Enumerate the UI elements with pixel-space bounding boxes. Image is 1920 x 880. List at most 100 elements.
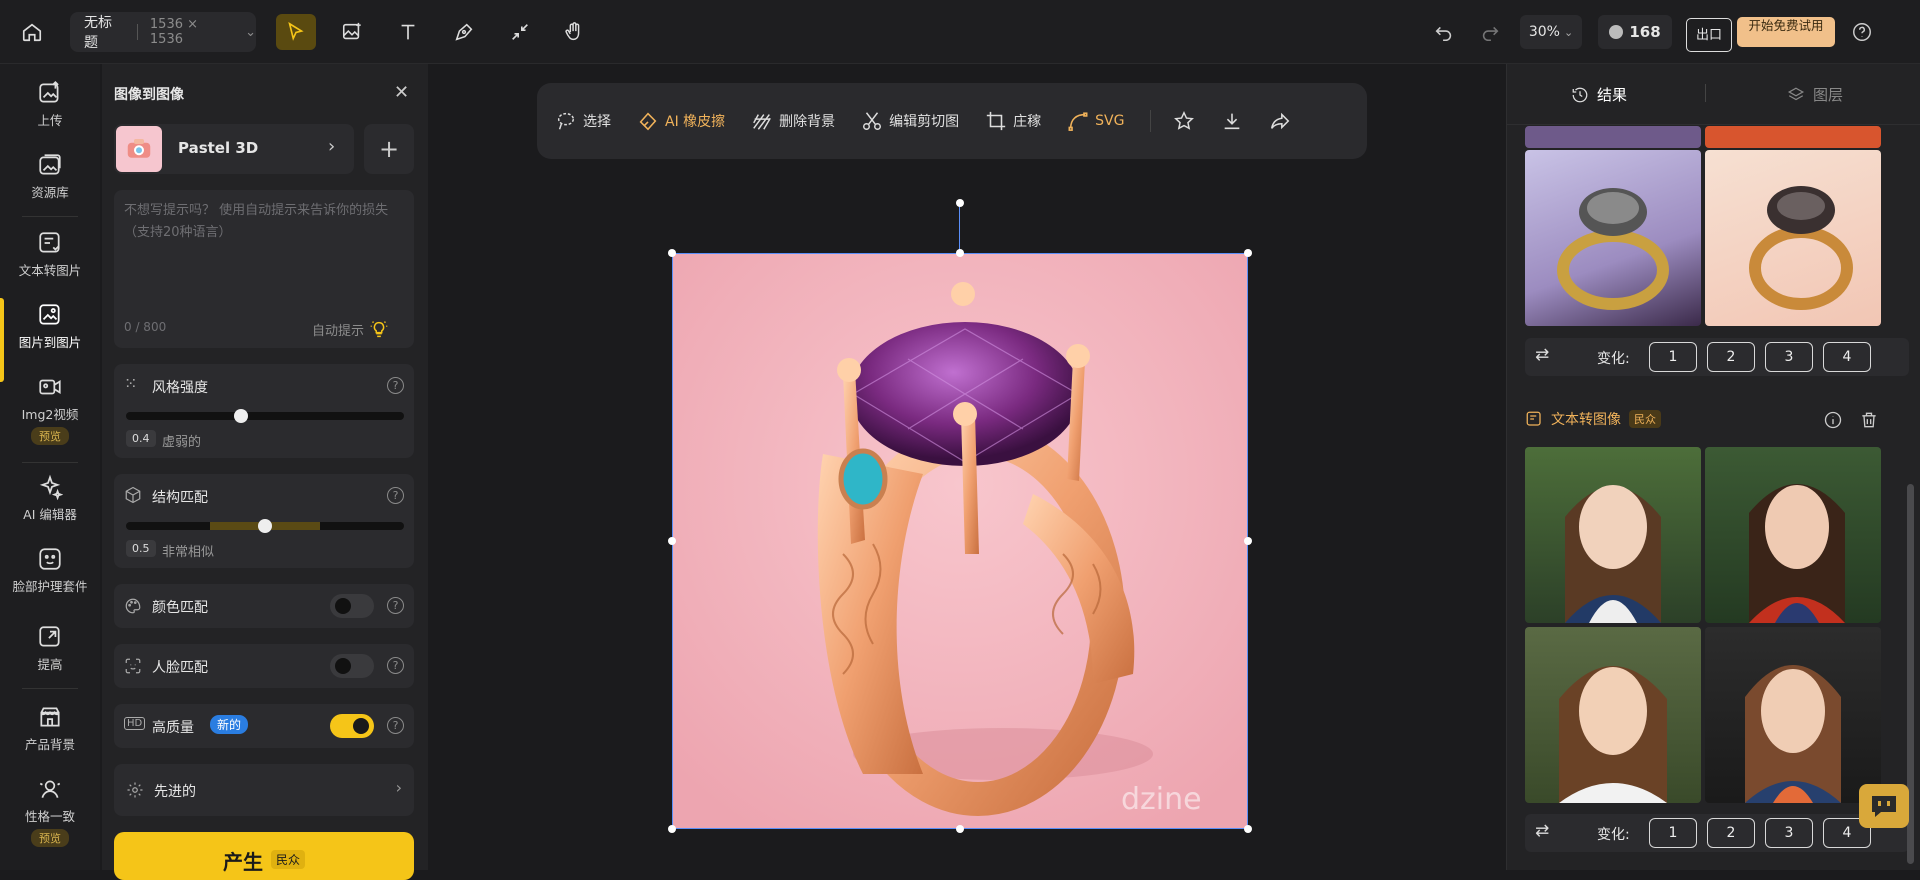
- rotate-handle[interactable]: [956, 199, 964, 207]
- advanced-settings-row[interactable]: 先进的 ›: [114, 764, 414, 816]
- help-icon[interactable]: ?: [387, 487, 404, 504]
- rail-item-asset-library[interactable]: 资源库: [0, 152, 100, 201]
- help-icon[interactable]: ?: [387, 657, 404, 674]
- help-icon[interactable]: ?: [387, 597, 404, 614]
- chevron-right-icon: ›: [328, 136, 336, 157]
- variation-button-3[interactable]: 3: [1765, 342, 1813, 372]
- zoom-selector[interactable]: 30% ⌄: [1520, 15, 1582, 49]
- result-thumbnail[interactable]: [1705, 150, 1881, 326]
- result-thumbnail[interactable]: [1705, 126, 1881, 148]
- ring-image: dzine: [673, 254, 1247, 828]
- rail-item-text-to-image[interactable]: 文本转图片: [0, 230, 100, 279]
- auto-prompt-label: 自动提示: [312, 323, 365, 339]
- result-thumbnail[interactable]: [1525, 126, 1701, 148]
- rail-label: 提高: [37, 657, 63, 672]
- crop-action[interactable]: 庄稼: [985, 110, 1041, 132]
- info-icon[interactable]: [1823, 410, 1843, 430]
- color-match-toggle[interactable]: [330, 594, 374, 618]
- result-thumbnail[interactable]: [1525, 627, 1701, 803]
- document-title-selector[interactable]: 无标题 1536 × 1536 ⌄: [70, 12, 256, 52]
- tab-layers[interactable]: 图层: [1787, 84, 1843, 105]
- resize-handle-l[interactable]: [668, 537, 676, 545]
- rail-label: 脸部护理套件: [12, 579, 88, 594]
- canvas-image[interactable]: dzine: [672, 253, 1248, 829]
- style-selector[interactable]: Pastel 3D ›: [114, 124, 354, 174]
- edit-cutout-action[interactable]: 编辑剪切图: [861, 110, 959, 132]
- image-tool-button[interactable]: [332, 14, 372, 50]
- rail-item-ai-editor[interactable]: AI 编辑器: [0, 474, 100, 523]
- result-thumbnail[interactable]: [1705, 447, 1881, 623]
- preview-badge: 预览: [31, 427, 69, 445]
- high-quality-toggle[interactable]: [330, 714, 374, 738]
- variation-button-1[interactable]: 1: [1649, 818, 1697, 848]
- credits-display[interactable]: 168: [1598, 15, 1672, 49]
- help-icon[interactable]: ?: [387, 717, 404, 734]
- tab-results[interactable]: 结果: [1571, 84, 1627, 105]
- resize-handle-tr[interactable]: [1244, 249, 1252, 257]
- resize-handle-t[interactable]: [956, 249, 964, 257]
- text-tool-button[interactable]: [388, 14, 428, 50]
- close-icon[interactable]: ✕: [394, 82, 409, 103]
- svg-action[interactable]: SVG: [1067, 110, 1124, 132]
- trial-label: 开始免费试用: [1748, 18, 1824, 33]
- variation-button-2[interactable]: 2: [1707, 342, 1755, 372]
- action-label: AI 橡皮擦: [665, 114, 726, 130]
- rail-item-image-to-image[interactable]: 图片到图片: [0, 302, 100, 351]
- result-thumbnail[interactable]: [1525, 447, 1701, 623]
- action-label: 庄稼: [1013, 114, 1042, 130]
- rail-label: 性格一致: [24, 809, 75, 824]
- slider-thumb[interactable]: [258, 519, 272, 533]
- color-match-label: 颜色匹配: [152, 600, 208, 616]
- resize-handle-r[interactable]: [1244, 537, 1252, 545]
- download-icon[interactable]: [1221, 110, 1243, 132]
- rail-item-upload[interactable]: 上传: [0, 80, 100, 129]
- share-icon[interactable]: [1269, 110, 1291, 132]
- style-strength-slider[interactable]: [126, 409, 404, 423]
- add-style-button[interactable]: +: [364, 124, 414, 174]
- hand-pan-tool-button[interactable]: [554, 14, 594, 50]
- exit-button[interactable]: 出口: [1686, 18, 1732, 52]
- canvas-dimensions: 1536 × 1536: [149, 17, 199, 47]
- resize-handle-br[interactable]: [1244, 825, 1252, 833]
- auto-prompt-button[interactable]: 自动提示: [312, 318, 390, 340]
- structure-match-slider[interactable]: [126, 519, 404, 533]
- rail-item-img2video[interactable]: Img2视频 预览: [0, 374, 100, 445]
- rail-divider: [22, 688, 78, 689]
- trash-icon[interactable]: [1859, 410, 1879, 430]
- rail-item-product-background[interactable]: 产品背景: [0, 704, 100, 753]
- star-icon[interactable]: [1173, 110, 1195, 132]
- variation-button-3[interactable]: 3: [1765, 818, 1813, 848]
- variation-button-1[interactable]: 1: [1649, 342, 1697, 372]
- collapse-icon[interactable]: [500, 14, 540, 50]
- variation-button-2[interactable]: 2: [1707, 818, 1755, 848]
- rail-item-face-kit[interactable]: 脸部护理套件: [0, 546, 100, 595]
- prompt-placeholder: 不想写提示吗？ 使用自动提示来告诉你的损失（支持20种语言）: [124, 203, 389, 240]
- chat-support-button[interactable]: [1859, 784, 1909, 828]
- pen-tool-button[interactable]: [444, 14, 484, 50]
- select-tool-button[interactable]: [276, 14, 316, 50]
- result-thumbnail[interactable]: [1525, 150, 1701, 326]
- resize-handle-tl[interactable]: [668, 249, 676, 257]
- prompt-area[interactable]: 不想写提示吗？ 使用自动提示来告诉你的损失（支持20种语言） 0 / 800 自…: [114, 190, 414, 348]
- ai-eraser-action[interactable]: AI 橡皮擦: [637, 110, 725, 132]
- help-icon[interactable]: [1842, 14, 1882, 50]
- rail-label: Img2视频: [21, 407, 79, 422]
- rail-item-character-consistency[interactable]: 性格一致 预览: [0, 776, 100, 847]
- help-icon[interactable]: ?: [387, 377, 404, 394]
- select-action[interactable]: 选择: [555, 110, 611, 132]
- home-icon[interactable]: [12, 14, 52, 50]
- slider-thumb[interactable]: [234, 409, 248, 423]
- img2video-icon: [39, 379, 61, 395]
- face-match-toggle[interactable]: [330, 654, 374, 678]
- start-free-trial-button[interactable]: 开始免费试用: [1737, 17, 1835, 47]
- resize-handle-bl[interactable]: [668, 825, 676, 833]
- redo-icon[interactable]: [1470, 14, 1510, 50]
- resize-handle-b[interactable]: [956, 825, 964, 833]
- tab-divider: [1705, 84, 1706, 102]
- variation-button-4[interactable]: 4: [1823, 342, 1871, 372]
- undo-icon[interactable]: [1424, 14, 1464, 50]
- remove-background-action[interactable]: 删除背景: [751, 110, 835, 132]
- rail-item-enhance[interactable]: 提高: [0, 624, 100, 673]
- result-thumbnail[interactable]: [1705, 627, 1881, 803]
- generate-button[interactable]: 产生 民众: [114, 832, 414, 880]
